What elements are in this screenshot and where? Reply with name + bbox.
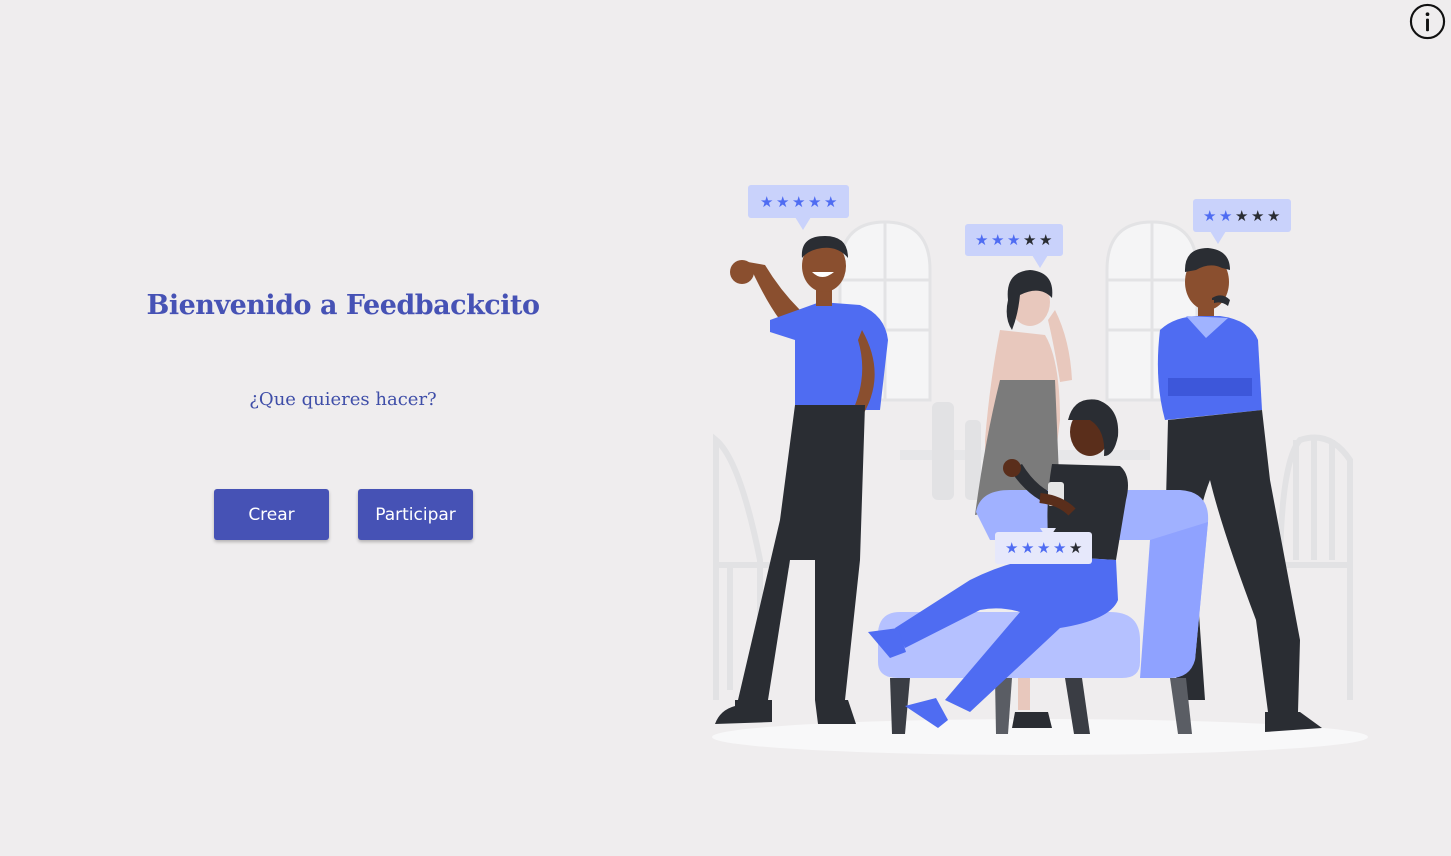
svg-text:★: ★	[776, 193, 789, 211]
svg-text:★: ★	[1005, 539, 1018, 557]
info-circle-icon	[1409, 3, 1446, 40]
page-subtitle: ¿Que quieres hacer?	[249, 389, 437, 410]
svg-text:★: ★	[1039, 231, 1052, 249]
feedback-illustration: ★ ★ ★ ★ ★ ★ ★ ★ ★ ★ ★ ★ ★ ★ ★ ★ ★ ★ ★ ★	[700, 170, 1380, 770]
svg-text:★: ★	[1007, 231, 1020, 249]
create-button[interactable]: Crear	[214, 489, 329, 540]
svg-text:★: ★	[760, 193, 773, 211]
svg-text:★: ★	[1235, 207, 1248, 225]
rating-bubble-4: ★ ★ ★ ★ ★	[995, 528, 1092, 564]
svg-text:★: ★	[1037, 539, 1050, 557]
people-rating-illustration: ★ ★ ★ ★ ★ ★ ★ ★ ★ ★ ★ ★ ★ ★ ★ ★ ★ ★ ★ ★	[712, 185, 1368, 755]
rating-bubble-5: ★ ★ ★ ★ ★	[748, 185, 849, 230]
svg-text:★: ★	[975, 231, 988, 249]
svg-text:★: ★	[792, 193, 805, 211]
welcome-panel: Bienvenido a Feedbackcito ¿Que quieres h…	[143, 286, 543, 410]
join-button[interactable]: Participar	[358, 489, 473, 540]
rating-bubble-2: ★ ★ ★ ★ ★	[1193, 199, 1291, 244]
svg-text:★: ★	[1251, 207, 1264, 225]
info-button[interactable]	[1409, 3, 1446, 40]
page-title: Bienvenido a Feedbackcito	[146, 290, 540, 321]
svg-text:★: ★	[1203, 207, 1216, 225]
svg-text:★: ★	[824, 193, 837, 211]
svg-text:★: ★	[1267, 207, 1280, 225]
svg-text:★: ★	[991, 231, 1004, 249]
svg-text:★: ★	[1069, 539, 1082, 557]
svg-text:★: ★	[808, 193, 821, 211]
svg-text:★: ★	[1053, 539, 1066, 557]
svg-text:★: ★	[1023, 231, 1036, 249]
rating-bubble-3: ★ ★ ★ ★ ★	[965, 224, 1063, 268]
svg-text:★: ★	[1021, 539, 1034, 557]
svg-text:★: ★	[1219, 207, 1232, 225]
